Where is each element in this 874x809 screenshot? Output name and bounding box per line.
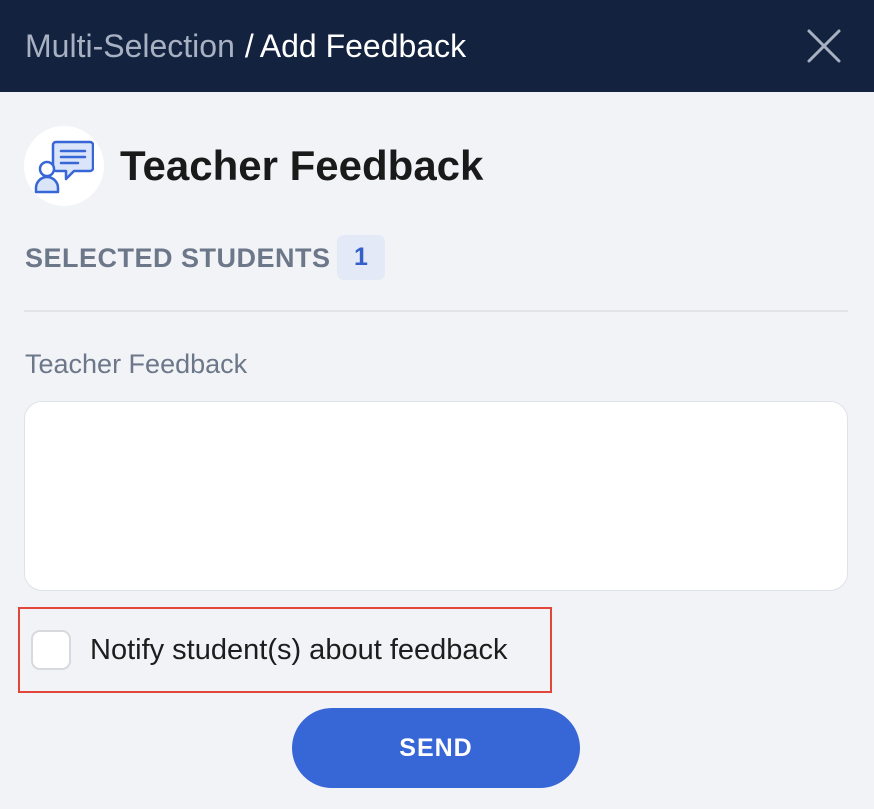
notify-option-highlight: Notify student(s) about feedback bbox=[18, 607, 552, 693]
breadcrumb: Multi-Selection / Add Feedback bbox=[25, 27, 466, 65]
breadcrumb-current: Add Feedback bbox=[259, 28, 467, 64]
section-title: Teacher Feedback bbox=[120, 142, 484, 189]
selected-students-label: SELECTED STUDENTS bbox=[25, 243, 331, 273]
close-icon bbox=[807, 29, 841, 63]
close-button[interactable] bbox=[804, 26, 844, 66]
breadcrumb-separator: / bbox=[244, 28, 254, 64]
section-icon-container bbox=[24, 126, 104, 206]
selected-count-badge: 1 bbox=[337, 235, 385, 280]
notify-label[interactable]: Notify student(s) about feedback bbox=[90, 633, 508, 667]
dialog-body: Teacher Feedback SELECTED STUDENTS 1 Tea… bbox=[0, 92, 874, 809]
feedback-textarea[interactable] bbox=[24, 401, 848, 591]
feedback-field-label: Teacher Feedback bbox=[25, 349, 248, 379]
breadcrumb-parent[interactable]: Multi-Selection bbox=[25, 28, 235, 64]
dialog-header: Multi-Selection / Add Feedback bbox=[0, 0, 874, 92]
notify-checkbox[interactable] bbox=[31, 630, 71, 670]
send-button[interactable]: SEND bbox=[292, 708, 580, 788]
divider bbox=[24, 310, 848, 312]
teacher-feedback-icon bbox=[34, 140, 94, 194]
